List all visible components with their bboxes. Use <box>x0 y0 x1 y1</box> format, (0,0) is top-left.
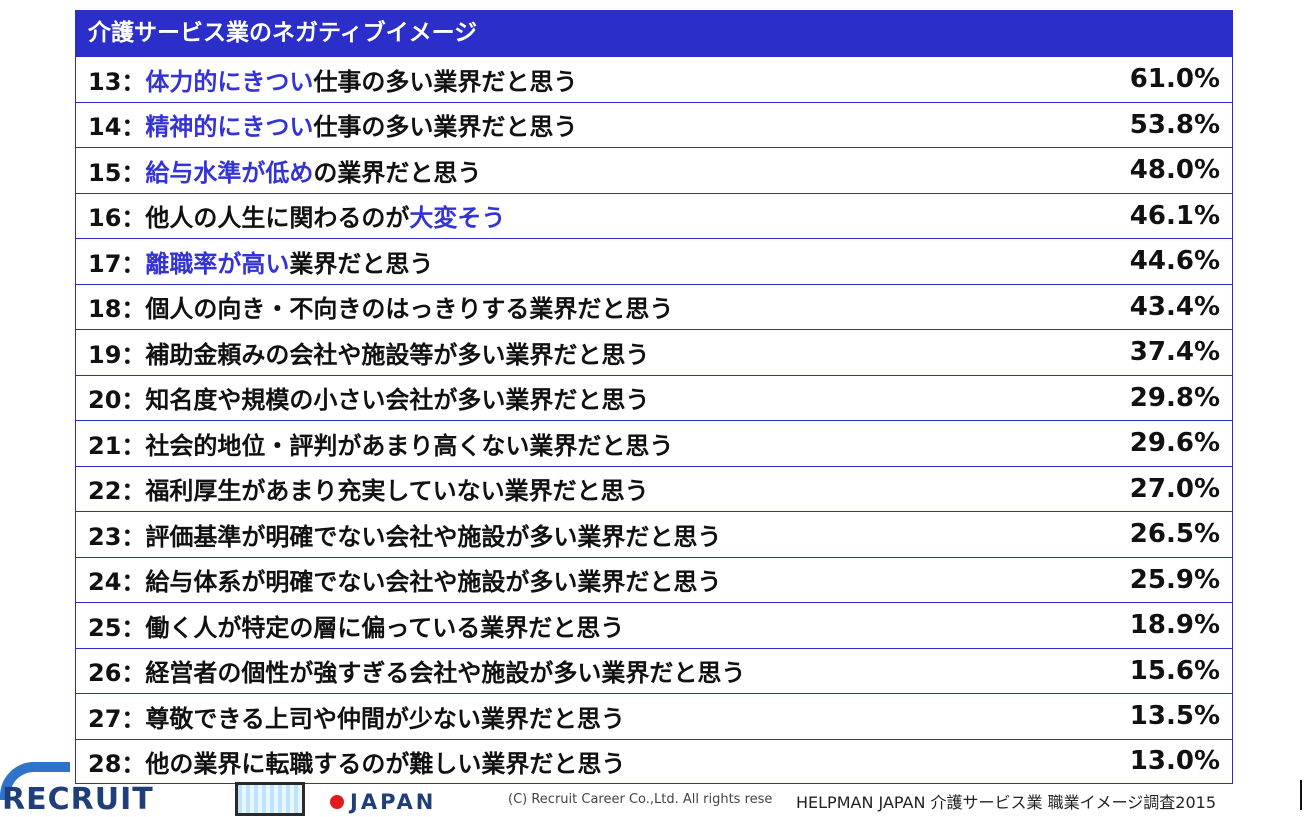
row-label: 26：経営者の個性が強すぎる会社や施設が多い業界だと思う <box>88 653 745 688</box>
row-percentage: 53.8% <box>1129 109 1220 140</box>
table-row: 20：知名度や規模の小さい会社が多い業界だと思う 29.8% <box>76 374 1232 421</box>
table-row: 23：評価基準が明確でない会社や施設が多い業界だと思う 26.5% <box>76 511 1232 557</box>
table-row: 25：働く人が特定の層に偏っている業界だと思う 18.9% <box>76 602 1232 648</box>
row-label: 21：社会的地位・評判があまり高くない業界だと思う <box>88 426 673 461</box>
row-label: 22：福利厚生があまり充実していない業界だと思う <box>88 471 649 506</box>
table-row: 16：他人の人生に関わるのが大変そう 46.1% <box>76 192 1232 239</box>
row-text: 福利厚生があまり充実していない業界だと思う <box>145 477 649 506</box>
row-label: 23：評価基準が明確でない会社や施設が多い業界だと思う <box>88 517 721 552</box>
table-title: 介護サービス業のネガティブイメージ <box>76 10 1232 56</box>
row-highlight: 体力的にきつい <box>145 67 314 96</box>
row-label: 15：給与水準が低めの業界だと思う <box>88 153 481 188</box>
row-percentage: 13.5% <box>1129 701 1220 732</box>
row-number: 26： <box>88 659 146 688</box>
row-text: 働く人が特定の層に偏っている業界だと思う <box>145 613 625 642</box>
row-number: 21： <box>88 431 146 460</box>
table-row: 22：福利厚生があまり充実していない業界だと思う 27.0% <box>76 465 1232 512</box>
row-number: 23： <box>88 522 146 551</box>
row-text: 経営者の個性が強すぎる会社や施設が多い業界だと思う <box>145 659 746 688</box>
row-percentage: 37.4% <box>1129 337 1220 368</box>
row-number: 18： <box>88 295 146 324</box>
table-row: 18：個人の向き・不向きのはっきりする業界だと思う 43.4% <box>76 283 1232 330</box>
table-row: 21：社会的地位・評判があまり高くない業界だと思う 29.6% <box>76 420 1232 466</box>
table-row: 24：給与体系が明確でない会社や施設が多い業界だと思う 25.9% <box>76 556 1232 603</box>
helpman-logo-icon <box>235 782 305 816</box>
table-row: 14：精神的にきつい仕事の多い業界だと思う 53.8% <box>76 101 1232 148</box>
row-text: 社会的地位・評判があまり高くない業界だと思う <box>145 431 674 460</box>
copyright-text: (C) Recruit Career Co.,Ltd. All rights r… <box>508 792 773 807</box>
row-label: 18：個人の向き・不向きのはっきりする業界だと思う <box>88 289 673 324</box>
row-text: 補助金頼みの会社や施設等が多い業界だと思う <box>145 340 650 369</box>
row-percentage: 46.1% <box>1129 200 1220 231</box>
row-percentage: 29.8% <box>1129 382 1220 413</box>
row-text-suffix: 仕事の多い業界だと思う <box>313 113 578 142</box>
row-label: 13：体力的にきつい仕事の多い業界だと思う <box>88 62 577 97</box>
row-number: 16： <box>88 204 146 233</box>
row-text: 給与体系が明確でない会社や施設が多い業界だと思う <box>145 568 722 597</box>
row-label: 25：働く人が特定の層に偏っている業界だと思う <box>88 608 624 643</box>
row-text-suffix: の業界だと思う <box>313 158 482 187</box>
table-row: 19：補助金頼みの会社や施設等が多い業界だと思う 37.4% <box>76 329 1232 375</box>
row-label: 27：尊敬できる上司や仲間が少ない業界だと思う <box>88 699 625 734</box>
row-highlight: 離職率が高い <box>145 249 290 278</box>
row-number: 14： <box>88 113 146 142</box>
row-highlight: 大変そう <box>409 204 506 233</box>
row-number: 17： <box>88 249 146 278</box>
row-percentage: 29.6% <box>1129 428 1220 459</box>
row-label: 17：離職率が高い業界だと思う <box>88 244 433 279</box>
row-text-suffix: 仕事の多い業界だと思う <box>313 67 578 96</box>
table-row: 27：尊敬できる上司や仲間が少ない業界だと思う 13.5% <box>76 693 1232 739</box>
row-number: 27： <box>88 704 146 733</box>
japan-logo-text: JAPAN <box>350 790 437 814</box>
footer: RECRUIT JAPAN (C) Recruit Career Co.,Ltd… <box>0 760 1308 817</box>
row-percentage: 18.9% <box>1129 610 1220 641</box>
japan-dot-icon <box>330 795 344 809</box>
row-label: 16：他人の人生に関わるのが大変そう <box>88 198 505 233</box>
row-number: 19： <box>88 340 146 369</box>
row-text: 尊敬できる上司や仲間が少ない業界だと思う <box>145 704 625 733</box>
row-percentage: 27.0% <box>1129 473 1220 504</box>
negative-image-table: 介護サービス業のネガティブイメージ 13：体力的にきつい仕事の多い業界だと思う 6… <box>75 10 1233 784</box>
table-row: 17：離職率が高い業界だと思う 44.6% <box>76 238 1232 284</box>
table-row: 13：体力的にきつい仕事の多い業界だと思う 61.0% <box>76 56 1232 102</box>
row-percentage: 44.6% <box>1129 246 1220 277</box>
row-percentage: 48.0% <box>1129 155 1220 186</box>
row-text: 他人の人生に関わるのが <box>145 204 410 233</box>
row-number: 15： <box>88 158 146 187</box>
row-label: 14：精神的にきつい仕事の多い業界だと思う <box>88 107 577 142</box>
row-percentage: 43.4% <box>1129 291 1220 322</box>
row-text-suffix: 業界だと思う <box>289 249 434 278</box>
table-row: 26：経営者の個性が強すぎる会社や施設が多い業界だと思う 15.6% <box>76 647 1232 694</box>
row-number: 25： <box>88 613 146 642</box>
row-percentage: 25.9% <box>1129 564 1220 595</box>
row-number: 20： <box>88 386 146 415</box>
row-percentage: 26.5% <box>1129 519 1220 550</box>
row-highlight: 給与水準が低め <box>145 158 314 187</box>
row-text: 知名度や規模の小さい会社が多い業界だと思う <box>145 386 650 415</box>
recruit-logo: RECRUIT <box>2 782 154 817</box>
survey-title: HELPMAN JAPAN 介護サービス業 職業イメージ調査2015 <box>796 793 1217 812</box>
row-number: 24： <box>88 568 146 597</box>
row-label: 20：知名度や規模の小さい会社が多い業界だと思う <box>88 380 649 415</box>
row-number: 13： <box>88 67 146 96</box>
row-text: 個人の向き・不向きのはっきりする業界だと思う <box>145 295 674 324</box>
row-text: 評価基準が明確でない会社や施設が多い業界だと思う <box>145 522 722 551</box>
row-number: 22： <box>88 477 146 506</box>
row-label: 24：給与体系が明確でない会社や施設が多い業界だと思う <box>88 562 721 597</box>
table-row: 15：給与水準が低めの業界だと思う 48.0% <box>76 147 1232 193</box>
row-percentage: 61.0% <box>1129 64 1220 95</box>
row-percentage: 15.6% <box>1129 655 1220 686</box>
row-label: 19：補助金頼みの会社や施設等が多い業界だと思う <box>88 335 649 370</box>
divider <box>1300 780 1302 810</box>
row-highlight: 精神的にきつい <box>145 113 314 142</box>
